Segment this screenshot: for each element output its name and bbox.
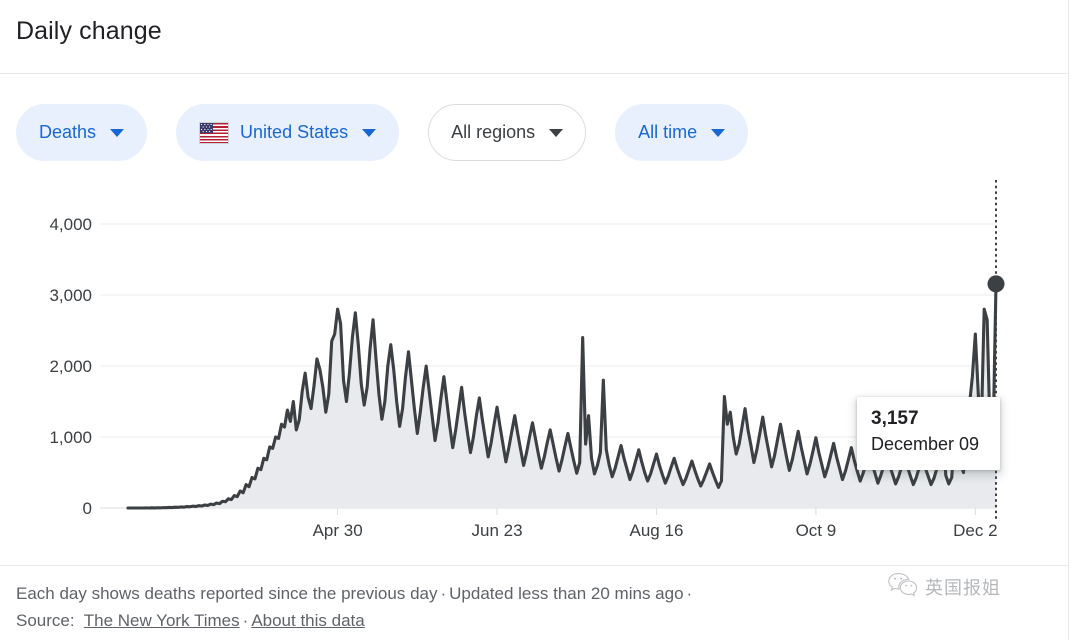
tooltip-date: December 09 xyxy=(871,434,980,454)
x-tick-oct-9: Oct 9 xyxy=(796,521,837,540)
about-this-data-link[interactable]: About this data xyxy=(251,611,364,630)
chevron-down-icon xyxy=(549,128,564,137)
chart-tooltip: 3,157 December 09 xyxy=(857,397,1000,470)
y-axis-tick-labels: 0 1,000 2,000 3,000 4,000 xyxy=(49,215,92,518)
filter-chip-metric[interactable]: Deaths xyxy=(16,104,148,161)
filter-chip-country[interactable]: United States xyxy=(176,104,400,161)
x-axis-tick-labels: Apr 30 Jun 23 Aug 16 Oct 9 Dec 2 xyxy=(313,521,998,540)
chart-area[interactable]: 0 1,000 2,000 3,000 4,000 Apr 30 Jun 23 Aug 16… xyxy=(0,180,1068,555)
filter-chip-label-region: All regions xyxy=(451,122,536,142)
filter-chip-row: Deaths United States All regions All time xyxy=(16,104,749,161)
y-tick-1000: 1,000 xyxy=(49,428,92,447)
x-tick-jun-23: Jun 23 xyxy=(472,521,523,540)
x-tick-apr-30: Apr 30 xyxy=(313,521,363,540)
hover-data-point[interactable] xyxy=(987,275,1005,293)
footer-separator-1: · xyxy=(440,584,447,603)
covid-daily-change-panel: Daily change Deaths United States All regi… xyxy=(0,0,1080,640)
y-tick-4000: 4,000 xyxy=(49,215,92,234)
chevron-down-icon xyxy=(110,128,125,137)
wechat-icon xyxy=(888,572,918,602)
footer-line-1: Each day shows deaths reported since the… xyxy=(16,580,695,607)
x-tick-dec-2: Dec 2 xyxy=(953,521,997,540)
x-tick-aug-16: Aug 16 xyxy=(630,521,684,540)
filter-chip-region[interactable]: All regions xyxy=(428,104,587,161)
header-divider xyxy=(0,73,1068,74)
us-flag-icon xyxy=(199,121,230,144)
y-tick-0: 0 xyxy=(83,499,92,518)
footer-divider xyxy=(0,565,1068,566)
chevron-down-icon xyxy=(362,128,377,137)
footer-separator-3: · xyxy=(242,611,249,630)
source-link-nyt[interactable]: The New York Times xyxy=(84,611,240,630)
wechat-watermark: 英国报姐 xyxy=(888,572,1001,602)
footer-separator-2: · xyxy=(686,584,693,603)
panel-right-border xyxy=(1068,0,1069,640)
footer-source-label: Source: xyxy=(16,611,75,630)
chart-area-fill xyxy=(128,283,996,508)
filter-chip-label-country: United States xyxy=(240,122,349,142)
chart-footer: Each day shows deaths reported since the… xyxy=(16,580,695,634)
y-tick-3000: 3,000 xyxy=(49,286,92,305)
footer-note: Each day shows deaths reported since the… xyxy=(16,584,438,603)
footer-line-2: Source: The New York Times · About this da… xyxy=(16,607,695,634)
daily-change-chart[interactable]: 0 1,000 2,000 3,000 4,000 Apr 30 Jun 23 Aug 16… xyxy=(0,180,1068,555)
filter-chip-time-range[interactable]: All time xyxy=(615,104,749,161)
chevron-down-icon xyxy=(711,128,726,137)
tooltip-value: 3,157 xyxy=(871,408,919,429)
y-tick-2000: 2,000 xyxy=(49,357,92,376)
page-title: Daily change xyxy=(16,17,162,45)
footer-updated: Updated less than 20 mins ago xyxy=(449,584,684,603)
filter-chip-label-time-range: All time xyxy=(638,122,698,142)
filter-chip-label-metric: Deaths xyxy=(39,122,97,142)
watermark-text: 英国报姐 xyxy=(925,578,1001,599)
x-axis-tick-marks xyxy=(337,508,976,515)
